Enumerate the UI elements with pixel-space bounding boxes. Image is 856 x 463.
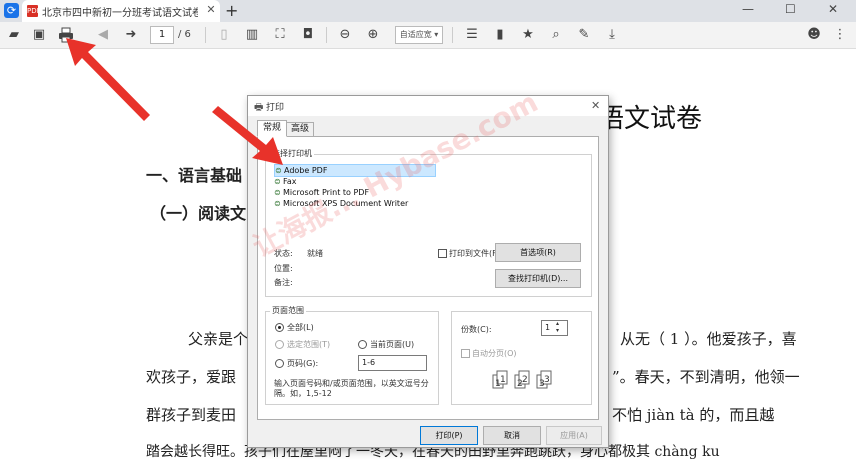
tab-general[interactable]: 常规 bbox=[257, 120, 287, 137]
arrow-to-print-icon bbox=[66, 38, 150, 121]
annotation-arrows bbox=[66, 38, 283, 165]
